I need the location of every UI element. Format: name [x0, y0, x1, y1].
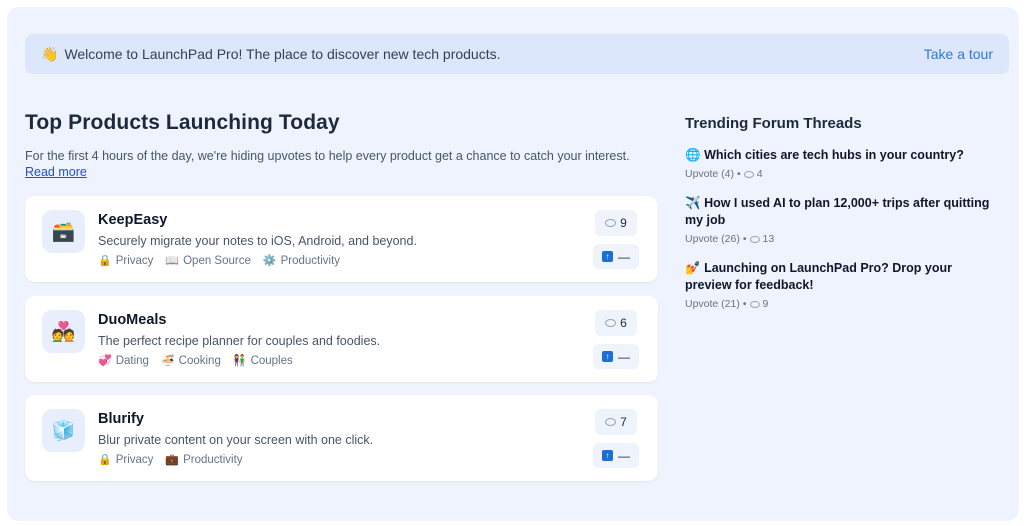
banner-text: Welcome to LaunchPad Pro! The place to d…: [64, 46, 501, 62]
product-name[interactable]: DuoMeals: [98, 312, 167, 328]
take-a-tour-link[interactable]: Take a tour: [924, 46, 993, 62]
thread-title-text: Which cities are tech hubs in your count…: [704, 148, 964, 162]
airplane-icon: ✈️: [685, 196, 701, 210]
app-container: 👋 Welcome to LaunchPad Pro! The place to…: [7, 7, 1019, 521]
tag-label: Privacy: [115, 453, 154, 466]
tag-privacy[interactable]: 🔒 Privacy: [98, 254, 154, 268]
thread-meta: Upvote (26) • 13: [685, 233, 995, 245]
comment-icon: [605, 219, 617, 227]
tag-productivity[interactable]: 💼 Productivity: [165, 453, 243, 467]
file-box-icon: 🗃️: [42, 210, 85, 253]
tag-label: Productivity: [280, 254, 341, 267]
product-tags: 💞 Dating 🍜 Cooking 👫 Couples: [98, 354, 293, 368]
subtitle-text: For the first 4 hours of the day, we're …: [25, 149, 630, 163]
thread-meta: Upvote (21) • 9: [685, 298, 995, 310]
tag-cooking[interactable]: 🍜 Cooking: [160, 354, 221, 368]
comment-icon: [605, 418, 617, 426]
thread-upvote-link[interactable]: Upvote (21): [685, 298, 740, 310]
comments-button[interactable]: 7: [595, 409, 637, 435]
comment-count: 7: [620, 415, 627, 429]
upvote-button[interactable]: ↑ —: [593, 244, 639, 269]
banner-message: 👋 Welcome to LaunchPad Pro! The place to…: [41, 46, 501, 63]
tag-label: Cooking: [178, 354, 221, 367]
briefcase-icon: 💼: [165, 454, 180, 466]
comment-icon: [749, 235, 760, 243]
upvote-button[interactable]: ↑ —: [593, 344, 639, 369]
page-subtitle: For the first 4 hours of the day, we're …: [25, 148, 658, 180]
tag-open-source[interactable]: 📖 Open Source: [165, 254, 251, 268]
comment-icon: [749, 300, 760, 308]
tag-label: Couples: [250, 354, 293, 367]
meta-separator: •: [742, 233, 747, 245]
trending-sidebar: Trending Forum Threads 🌐 Which cities ar…: [685, 115, 995, 310]
page-title: Top Products Launching Today: [25, 111, 340, 134]
tag-dating[interactable]: 💞 Dating: [98, 354, 149, 368]
thread-upvote-link[interactable]: Upvote (26): [685, 233, 740, 245]
tag-couples[interactable]: 👫 Couples: [232, 354, 293, 368]
meta-separator: •: [737, 168, 741, 180]
tag-label: Open Source: [183, 254, 251, 267]
couple-icon: 👫: [232, 355, 247, 367]
forum-thread[interactable]: 💅 Launching on LaunchPad Pro? Drop your …: [685, 260, 995, 310]
tag-label: Dating: [115, 354, 149, 367]
gear-icon: ⚙️: [262, 255, 277, 267]
thread-title-text: How I used AI to plan 12,000+ trips afte…: [685, 196, 990, 227]
hearts-icon: 💞: [98, 355, 112, 367]
thread-meta: Upvote (4) • 4: [685, 168, 995, 180]
product-card-keepeasy[interactable]: 🗃️ KeepEasy Securely migrate your notes …: [25, 196, 658, 282]
thread-title[interactable]: 💅 Launching on LaunchPad Pro? Drop your …: [685, 260, 995, 294]
meta-separator: •: [742, 298, 747, 310]
comments-button[interactable]: 6: [595, 310, 637, 336]
cube-icon: 🧊: [42, 409, 85, 452]
lock-icon: 🔒: [98, 454, 112, 466]
comment-count: 9: [620, 216, 627, 230]
product-tags: 🔒 Privacy 📖 Open Source ⚙️ Productivity: [98, 254, 341, 268]
up-arrow-icon: ↑: [602, 351, 613, 362]
waving-hand-icon: 👋: [41, 45, 59, 62]
comment-count: 6: [620, 316, 627, 330]
product-description: Blur private content on your screen with…: [98, 433, 374, 447]
up-arrow-icon: ↑: [602, 251, 613, 262]
product-description: Securely migrate your notes to iOS, Andr…: [98, 234, 417, 248]
product-description: The perfect recipe planner for couples a…: [98, 334, 381, 348]
thread-title[interactable]: 🌐 Which cities are tech hubs in your cou…: [685, 147, 995, 164]
comment-icon: [605, 319, 617, 327]
product-tags: 🔒 Privacy 💼 Productivity: [98, 453, 243, 467]
bowl-icon: 🍜: [160, 355, 175, 367]
thread-title[interactable]: ✈️ How I used AI to plan 12,000+ trips a…: [685, 195, 995, 229]
thread-upvote-link[interactable]: Upvote (4): [685, 168, 734, 180]
tag-privacy[interactable]: 🔒 Privacy: [98, 453, 154, 467]
forum-thread[interactable]: 🌐 Which cities are tech hubs in your cou…: [685, 147, 995, 180]
main-section: Top Products Launching Today For the fir…: [25, 111, 658, 180]
thread-comment-count: 4: [756, 168, 763, 180]
forum-thread[interactable]: ✈️ How I used AI to plan 12,000+ trips a…: [685, 195, 995, 245]
couple-heart-icon: 💑: [42, 310, 85, 353]
product-card-duomeals[interactable]: 💑 DuoMeals The perfect recipe planner fo…: [25, 296, 658, 382]
upvote-count: —: [618, 249, 630, 264]
upvote-count: —: [618, 349, 630, 364]
tag-label: Productivity: [183, 453, 243, 466]
comments-button[interactable]: 9: [595, 210, 637, 236]
globe-icon: 🌐: [685, 148, 701, 162]
thread-title-text: Launching on LaunchPad Pro? Drop your pr…: [685, 261, 952, 292]
thread-comment-count: 9: [762, 298, 769, 310]
tag-productivity[interactable]: ⚙️ Productivity: [262, 254, 341, 268]
book-icon: 📖: [165, 255, 180, 267]
upvote-button[interactable]: ↑ —: [593, 443, 639, 468]
product-card-blurify[interactable]: 🧊 Blurify Blur private content on your s…: [25, 395, 658, 481]
tag-label: Privacy: [115, 254, 154, 267]
lock-icon: 🔒: [98, 255, 112, 267]
upvote-count: —: [618, 448, 630, 463]
product-name[interactable]: KeepEasy: [98, 212, 167, 228]
read-more-link[interactable]: Read more: [25, 165, 87, 179]
nail-polish-icon: 💅: [685, 261, 701, 275]
thread-comment-count: 13: [762, 233, 775, 245]
welcome-banner: 👋 Welcome to LaunchPad Pro! The place to…: [25, 34, 1009, 74]
sidebar-title: Trending Forum Threads: [685, 115, 862, 132]
product-name[interactable]: Blurify: [98, 411, 144, 427]
up-arrow-icon: ↑: [602, 450, 613, 461]
comment-icon: [743, 170, 754, 178]
